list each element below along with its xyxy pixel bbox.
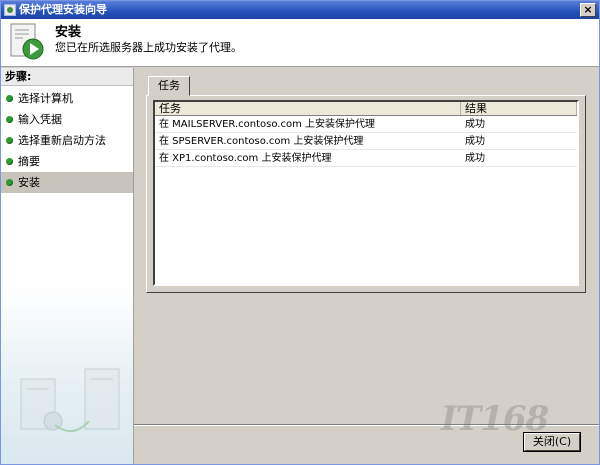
table-header: 任务 结果 [155,102,577,116]
window-close-button[interactable]: × [580,3,596,17]
window-title: 保护代理安装向导 [19,3,107,16]
wizard-header: 安装 您已在所选服务器上成功安装了代理。 [1,19,599,67]
step-label: 选择计算机 [18,92,73,105]
column-header-result[interactable]: 结果 [461,102,577,115]
install-wizard-icon [10,23,44,60]
step-label: 摘要 [18,155,40,168]
step-select-computers[interactable]: 选择计算机 [1,88,133,109]
result-cell: 成功 [465,153,485,164]
tab-tasks[interactable]: 任务 [148,76,190,96]
step-restart-method[interactable]: 选择重新启动方法 [1,130,133,151]
result-cell: 成功 [465,119,485,130]
step-install[interactable]: 安装 [1,172,133,193]
task-cell: 在 SPSERVER.contoso.com 上安装保护代理 [159,136,364,147]
task-cell: 在 XP1.contoso.com 上安装保护代理 [159,153,332,164]
steps-sidebar: 步骤: 选择计算机 输入凭据 选择重新启动方法 摘要 安装 [1,68,134,464]
close-button[interactable]: 关闭(C) [523,432,581,452]
step-label: 输入凭据 [18,113,62,126]
task-table: 任务 结果 在 MAILSERVER.contoso.com 上安装保护代理 成… [153,100,579,286]
step-summary[interactable]: 摘要 [1,151,133,172]
step-status-icon [6,137,13,144]
step-enter-credentials[interactable]: 输入凭据 [1,109,133,130]
column-header-task[interactable]: 任务 [155,102,461,115]
step-label: 选择重新启动方法 [18,134,106,147]
task-cell: 在 MAILSERVER.contoso.com 上安装保护代理 [159,119,376,130]
step-status-icon [6,158,13,165]
table-row[interactable]: 在 XP1.contoso.com 上安装保护代理 成功 [155,150,577,167]
servers-illustration-icon [20,368,120,432]
main-content: 任务 任务 结果 在 MAILSERVER.contoso.com 上安装保护代… [136,68,599,428]
app-icon [4,4,16,16]
step-status-icon [6,116,13,123]
step-label: 安装 [18,176,40,189]
tab-panel: 任务 结果 在 MAILSERVER.contoso.com 上安装保护代理 成… [146,95,586,293]
step-status-icon [6,95,13,102]
steps-heading: 步骤: [1,68,133,86]
table-row[interactable]: 在 SPSERVER.contoso.com 上安装保护代理 成功 [155,133,577,150]
step-status-icon [6,179,13,186]
page-title: 安装 [55,25,82,40]
page-subtitle: 您已在所选服务器上成功安装了代理。 [55,41,242,54]
wizard-window: 保护代理安装向导 × 安装 您已在所选服务器上成功安装了代理。 步骤: 选择计算… [0,0,600,465]
result-cell: 成功 [465,136,485,147]
title-bar[interactable]: 保护代理安装向导 × [1,1,599,19]
table-row[interactable]: 在 MAILSERVER.contoso.com 上安装保护代理 成功 [155,116,577,133]
